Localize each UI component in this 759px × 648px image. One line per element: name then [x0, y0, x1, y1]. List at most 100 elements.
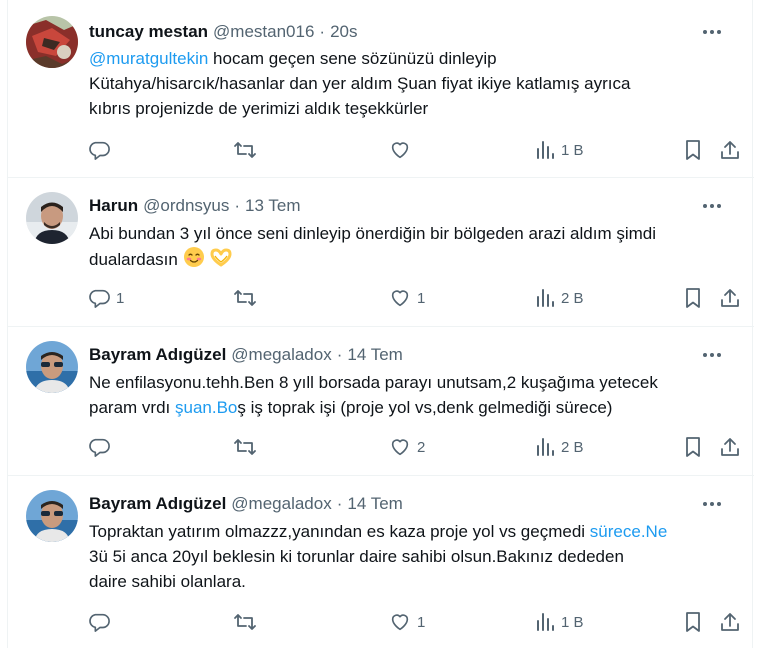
share-button[interactable] — [719, 609, 741, 635]
analytics-icon — [537, 141, 554, 159]
share-button[interactable] — [719, 434, 741, 460]
timestamp[interactable]: 20s — [330, 22, 357, 42]
bookmark-button[interactable] — [683, 285, 703, 311]
author-handle[interactable]: @ordnsyus — [143, 196, 229, 216]
action-bar: 1 1 B — [8, 609, 754, 635]
more-options-icon[interactable] — [692, 194, 722, 218]
reply-timeline: tuncay mestan @mestan016 · 20s @muratgul… — [7, 0, 754, 648]
heart-icon — [391, 142, 409, 159]
author-name[interactable]: Bayram Adıgüzel — [89, 494, 226, 514]
bookmark-icon — [686, 612, 700, 632]
more-options-icon[interactable] — [692, 492, 722, 516]
tweet-text: @muratgultekin hocam geçen sene sözünüzü… — [89, 46, 740, 121]
analytics-icon — [537, 289, 554, 307]
share-icon — [721, 141, 739, 159]
tweet-header: Bayram Adıgüzel @megaladox · 14 Tem — [89, 343, 738, 367]
text-line: Abi bundan 3 yıl önce seni dinleyip öner… — [89, 224, 657, 243]
reply-tweet[interactable]: Harun @ordnsyus · 13 Tem Abi bundan 3 yı… — [8, 178, 754, 327]
author-handle[interactable]: @mestan016 — [213, 22, 314, 42]
bookmark-icon — [686, 140, 700, 160]
reply-button[interactable] — [88, 137, 116, 163]
more-options-icon[interactable] — [692, 20, 722, 44]
text-line: ş iş toprak işi (proje yol vs,denk gelme… — [237, 398, 613, 417]
text-line: kıbrıs projenizde de yerimizi aldık teşe… — [89, 99, 429, 118]
analytics-icon — [537, 438, 554, 456]
heart-icon — [391, 290, 409, 307]
separator-dot: · — [336, 345, 343, 364]
author-name[interactable]: Bayram Adıgüzel — [89, 345, 226, 365]
avatar[interactable] — [26, 490, 78, 542]
text-line: param vrdı — [89, 398, 175, 417]
timestamp[interactable]: 13 Tem — [245, 196, 300, 216]
views-button[interactable]: 2 B — [535, 285, 584, 311]
timestamp[interactable]: 14 Tem — [347, 494, 402, 514]
tweet-header: tuncay mestan @mestan016 · 20s — [89, 20, 738, 44]
avatar[interactable] — [26, 16, 78, 68]
views-button[interactable]: 1 B — [535, 609, 584, 635]
timestamp[interactable]: 14 Tem — [347, 345, 402, 365]
action-bar: 1 1 2 B — [8, 285, 754, 311]
heart-icon — [391, 439, 409, 456]
retweet-button[interactable] — [233, 137, 263, 163]
separator-dot: · — [319, 22, 326, 41]
view-count: 2 B — [561, 438, 584, 456]
avatar[interactable] — [26, 192, 78, 244]
views-button[interactable]: 2 B — [535, 434, 584, 460]
tweet-header: Bayram Adıgüzel @megaladox · 14 Tem — [89, 492, 738, 516]
author-handle[interactable]: @megaladox — [231, 345, 331, 365]
retweet-button[interactable] — [233, 609, 263, 635]
reply-icon — [89, 613, 110, 632]
reply-button[interactable] — [88, 609, 116, 635]
tweet-text: Abi bundan 3 yıl önce seni dinleyip öner… — [89, 221, 740, 272]
reply-icon — [89, 438, 110, 457]
like-count: 2 — [417, 438, 426, 456]
like-button[interactable]: 1 — [389, 609, 425, 635]
retweet-button[interactable] — [233, 434, 263, 460]
like-button[interactable]: 1 — [389, 285, 425, 311]
view-count: 2 B — [561, 289, 584, 307]
bookmark-button[interactable] — [683, 137, 703, 163]
reply-button[interactable]: 1 — [88, 285, 124, 311]
bookmark-button[interactable] — [683, 609, 703, 635]
tweet-text: Ne enfilasyonu.tehh.Ben 8 yıll borsada p… — [89, 370, 740, 420]
reply-count: 1 — [116, 289, 125, 307]
text-line: Ne enfilasyonu.tehh.Ben 8 yıll borsada p… — [89, 373, 658, 392]
heart-hands-emoji-icon — [210, 248, 232, 267]
author-name[interactable]: tuncay mestan — [89, 22, 208, 42]
tweet-text: Topraktan yatırım olmazzz,yanından es ka… — [89, 519, 740, 594]
mention-link[interactable]: @muratgultekin — [89, 49, 208, 68]
views-button[interactable]: 1 B — [535, 137, 584, 163]
action-bar: 2 2 B — [8, 434, 754, 460]
text-line: 3ü 5i anca 20yıl beklesin ki torunlar da… — [89, 547, 624, 566]
author-handle[interactable]: @megaladox — [231, 494, 331, 514]
auto-link[interactable]: sürece.Ne — [590, 522, 667, 541]
heart-icon — [391, 614, 409, 631]
bookmark-button[interactable] — [683, 434, 703, 460]
reply-tweet[interactable]: tuncay mestan @mestan016 · 20s @muratgul… — [8, 0, 754, 178]
avatar[interactable] — [26, 341, 78, 393]
reply-button[interactable] — [88, 434, 116, 460]
bookmark-icon — [686, 288, 700, 308]
author-name[interactable]: Harun — [89, 196, 138, 216]
analytics-icon — [537, 613, 554, 631]
retweet-icon — [234, 142, 256, 158]
view-count: 1 B — [561, 613, 584, 631]
separator-dot: · — [234, 196, 241, 215]
retweet-icon — [234, 439, 256, 455]
like-button[interactable] — [389, 137, 417, 163]
smiling-blush-emoji-icon — [183, 247, 204, 267]
auto-link[interactable]: şuan.Bo — [175, 398, 237, 417]
like-button[interactable]: 2 — [389, 434, 425, 460]
reply-tweet[interactable]: Bayram Adıgüzel @megaladox · 14 Tem Topr… — [8, 476, 754, 648]
like-count: 1 — [417, 613, 426, 631]
share-button[interactable] — [719, 285, 741, 311]
text-line: Kütahya/hisarcık/hasanlar dan yer aldım … — [89, 74, 631, 93]
bookmark-icon — [686, 437, 700, 457]
retweet-button[interactable] — [233, 285, 263, 311]
reply-tweet[interactable]: Bayram Adıgüzel @megaladox · 14 Tem Ne e… — [8, 327, 754, 476]
more-options-icon[interactable] — [692, 343, 722, 367]
share-button[interactable] — [719, 137, 741, 163]
retweet-icon — [234, 290, 256, 306]
action-bar: 1 B — [8, 137, 754, 163]
reply-icon — [89, 289, 110, 308]
